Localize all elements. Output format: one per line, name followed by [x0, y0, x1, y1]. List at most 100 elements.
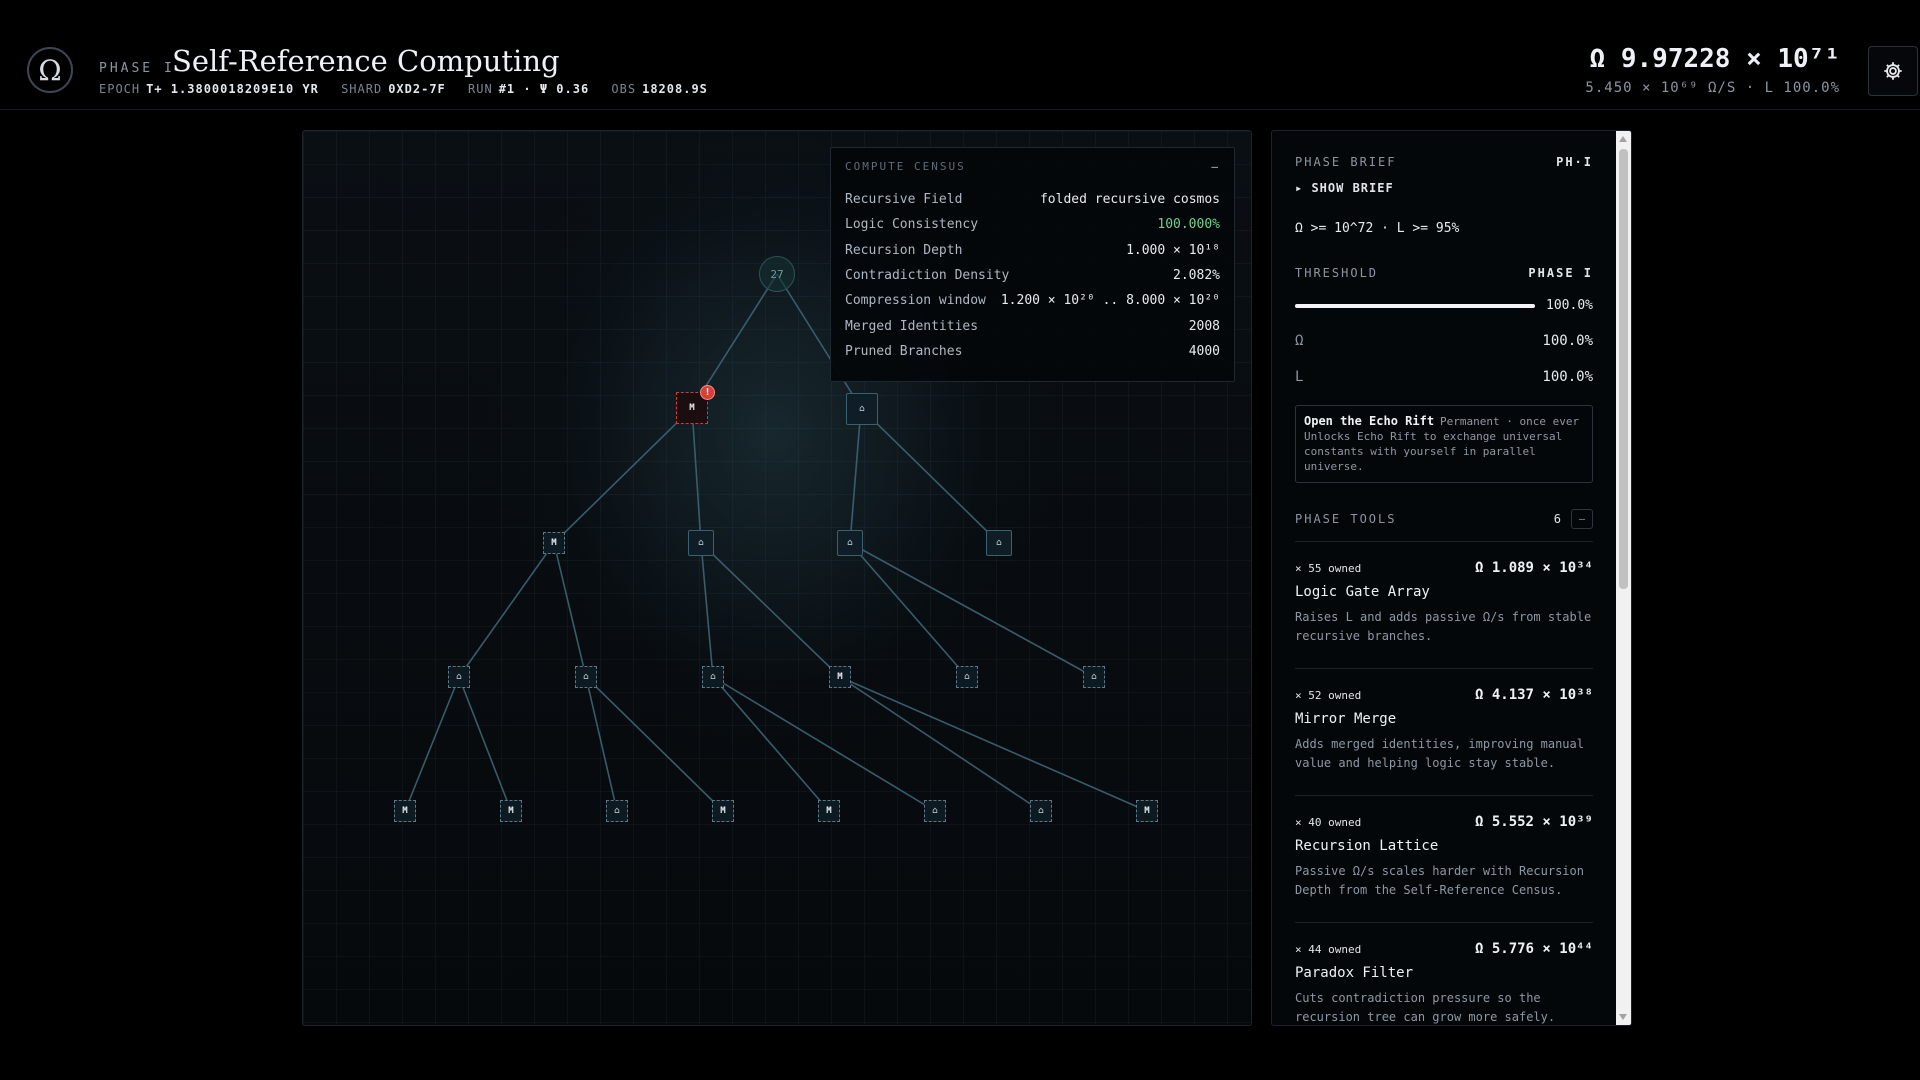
threshold-value: 100.0% — [1546, 298, 1593, 313]
logic-progress-row: L 100.0% — [1295, 369, 1593, 385]
node-glyph: M — [402, 806, 408, 816]
census-label: Recursive Field — [845, 192, 963, 208]
node-glyph: M — [720, 806, 726, 816]
census-label: Contradiction Density — [845, 268, 1010, 284]
phase-tools-title: PHASE TOOLS — [1295, 512, 1397, 526]
tree-node[interactable]: ⌂ — [575, 666, 597, 688]
panel-scrollbar[interactable] — [1616, 131, 1631, 1025]
tool-description: Passive Ω/s scales harder with Recursion… — [1295, 864, 1584, 897]
l-key: L — [1295, 369, 1304, 385]
phase-side-panel[interactable]: PHASE BRIEF PH·I ▸ SHOW BRIEF Ω >= 10^72… — [1271, 130, 1632, 1026]
tree-node[interactable]: M — [1136, 800, 1158, 822]
root-node[interactable]: 27 — [759, 256, 795, 292]
echo-rift-card[interactable]: Open the Echo Rift Permanent · once ever … — [1295, 405, 1593, 483]
scroll-up-arrow-icon[interactable] — [1619, 136, 1627, 142]
census-value: 1.000 × 10¹⁸ — [1126, 242, 1220, 258]
tree-node[interactable]: ⌂ — [448, 666, 470, 688]
threshold-header: THRESHOLD PHASE I — [1295, 266, 1593, 280]
tree-node[interactable]: M — [394, 800, 416, 822]
node-glyph: ⌂ — [1038, 806, 1044, 816]
census-collapse-button[interactable]: – — [1211, 160, 1220, 173]
node-glyph: ⌂ — [614, 806, 620, 816]
edge — [553, 407, 693, 544]
edge — [860, 407, 1000, 544]
tree-node[interactable]: M — [500, 800, 522, 822]
scrollbar-thumb[interactable] — [1619, 149, 1628, 589]
tree-node[interactable]: ⌂ — [688, 530, 714, 556]
omega-logo-icon: Ω — [27, 47, 73, 93]
tool-name: Logic Gate Array — [1295, 584, 1430, 600]
tool-card-paradox-filter[interactable]: × 44 owned Ω 5.776 × 10⁴⁴ Paradox Filter … — [1295, 923, 1593, 1025]
page-title: Self-Reference Computing — [172, 44, 560, 78]
tool-name: Recursion Lattice — [1295, 838, 1439, 854]
census-value: 2008 — [1188, 318, 1220, 334]
show-brief-toggle[interactable]: ▸ SHOW BRIEF — [1295, 181, 1593, 195]
tree-node[interactable]: ⌂ — [924, 800, 946, 822]
edge — [458, 542, 555, 678]
threshold-title: THRESHOLD — [1295, 266, 1379, 280]
threshold-bar-fill — [1295, 303, 1535, 308]
phase-brief-title: PHASE BRIEF — [1295, 155, 1397, 169]
tree-node[interactable]: ⌂ — [986, 530, 1012, 556]
tree-node[interactable]: ⌂ — [1030, 800, 1052, 822]
tree-node[interactable]: M — [712, 800, 734, 822]
tool-name: Paradox Filter — [1295, 965, 1414, 981]
tree-node[interactable]: M — [829, 666, 851, 688]
threshold-tag: PHASE I — [1528, 266, 1593, 280]
tree-node[interactable]: M — [818, 800, 840, 822]
census-value: 1.200 × 10²⁰ .. 8.000 × 10²⁰ — [1000, 293, 1220, 309]
settings-button[interactable] — [1868, 46, 1918, 96]
tree-node[interactable]: ⌂ — [837, 530, 863, 556]
node-glyph: M — [826, 806, 832, 816]
gear-icon — [1884, 62, 1902, 80]
top-header: Ω PHASE I Self-Reference Computing EPOCH… — [0, 0, 1920, 110]
census-row: Merged Identities 2008 — [845, 313, 1220, 338]
threshold-bar — [1295, 303, 1535, 308]
census-title: COMPUTE CENSUS — [845, 160, 966, 173]
omega-key: Ω — [1295, 333, 1304, 349]
node-glyph: M — [689, 403, 695, 413]
edge — [849, 407, 862, 544]
tree-node[interactable]: ⌂ — [606, 800, 628, 822]
census-label: Compression window — [845, 293, 986, 309]
census-value: 100.000% — [1157, 217, 1220, 233]
obs-key: OBS — [611, 82, 637, 96]
echo-rift-title: Open the Echo Rift — [1304, 414, 1435, 428]
census-label: Recursion Depth — [845, 242, 963, 258]
edge — [712, 676, 830, 812]
tool-owned: × 55 owned — [1295, 561, 1362, 575]
node-glyph: M — [551, 538, 557, 548]
tree-node[interactable]: ⌂ — [956, 666, 978, 688]
omega-rate: 5.450 × 10⁶⁹ Ω/S · L 100.0% — [1585, 80, 1840, 96]
census-value: 2.082% — [1173, 268, 1220, 284]
node-glyph: ⌂ — [964, 672, 970, 682]
tool-name: Mirror Merge — [1295, 711, 1397, 727]
census-row: Recursion Depth 1.000 × 10¹⁸ — [845, 238, 1220, 263]
phase-tools-collapse-button[interactable]: – — [1571, 509, 1593, 529]
tree-node[interactable]: ⌂ — [1083, 666, 1105, 688]
node-glyph: M — [837, 672, 843, 682]
phase-brief-header: PHASE BRIEF PH·I — [1295, 155, 1593, 169]
census-row: Pruned Branches 4000 — [845, 339, 1220, 364]
run-value: #1 · Ψ 0.36 — [498, 82, 590, 96]
node-glyph: ⌂ — [859, 404, 865, 414]
tool-description: Adds merged identities, improving manual… — [1295, 737, 1584, 770]
compute-census-panel: COMPUTE CENSUS – Recursive Field folded r… — [830, 147, 1235, 382]
logic-progress-value: 100.0% — [1542, 369, 1593, 385]
threshold-progress: 100.0% — [1295, 298, 1593, 313]
edge — [849, 542, 968, 678]
tool-card-logic-gate-array[interactable]: × 55 owned Ω 1.089 × 10³⁴ Logic Gate Arra… — [1295, 542, 1593, 669]
shard-key: SHARD — [341, 82, 383, 96]
census-row: Compression window 1.200 × 10²⁰ .. 8.000 … — [845, 288, 1220, 313]
tool-card-recursion-lattice[interactable]: × 40 owned Ω 5.552 × 10³⁹ Recursion Latti… — [1295, 796, 1593, 923]
census-label: Merged Identities — [845, 318, 979, 334]
edge — [700, 542, 841, 678]
omega-progress-row: Ω 100.0% — [1295, 333, 1593, 349]
node-glyph: ⌂ — [932, 806, 938, 816]
tree-node[interactable]: ⌂ — [846, 393, 878, 425]
node-glyph: ⌂ — [847, 538, 853, 548]
tool-card-mirror-merge[interactable]: × 52 owned Ω 4.137 × 10³⁸ Mirror Merge Ad… — [1295, 669, 1593, 796]
scroll-down-arrow-icon[interactable] — [1619, 1014, 1627, 1020]
tree-node[interactable]: ⌂ — [702, 666, 724, 688]
tree-node[interactable]: M — [543, 532, 565, 554]
